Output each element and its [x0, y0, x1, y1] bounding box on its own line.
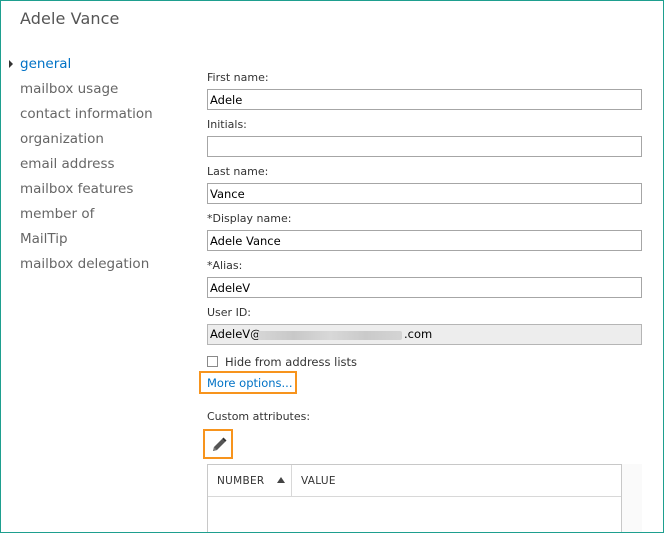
page-title: Adele Vance [20, 9, 120, 28]
user-id-suffix: .com [404, 327, 433, 341]
caret-right-icon [9, 60, 13, 68]
sidebar-item-label: mailbox usage [20, 81, 119, 97]
sidebar-item-general[interactable]: general [1, 55, 181, 80]
display-name-label: *Display name: [207, 212, 292, 225]
sidebar-nav: general mailbox usage contact informatio… [1, 55, 181, 280]
alias-field[interactable] [207, 277, 642, 298]
properties-window: Adele Vance general mailbox usage contac… [0, 0, 664, 533]
sidebar-item-mailbox-delegation[interactable]: mailbox delegation [1, 255, 181, 280]
more-options-highlight: More options... [199, 371, 297, 394]
sidebar-item-mailbox-usage[interactable]: mailbox usage [1, 80, 181, 105]
column-header-label: NUMBER [217, 475, 265, 487]
sidebar-item-label: MailTip [20, 231, 68, 247]
sidebar-item-email-address[interactable]: email address [1, 155, 181, 180]
sidebar-item-label: organization [20, 131, 104, 147]
user-id-label: User ID: [207, 306, 251, 319]
first-name-field[interactable] [207, 89, 642, 110]
sidebar-item-label: mailbox features [20, 181, 134, 197]
initials-label: Initials: [207, 118, 247, 131]
display-name-field[interactable] [207, 230, 642, 251]
hide-from-address-lists-label: Hide from address lists [225, 355, 358, 369]
custom-attributes-table: NUMBER VALUE [207, 464, 642, 532]
sidebar-item-organization[interactable]: organization [1, 130, 181, 155]
last-name-label: Last name: [207, 165, 269, 178]
edit-custom-attributes-button[interactable] [203, 429, 233, 459]
last-name-field[interactable] [207, 183, 642, 204]
sort-ascending-icon [277, 477, 285, 483]
table-scrollbar[interactable] [621, 464, 642, 532]
table-header: NUMBER VALUE [208, 465, 622, 497]
redacted-domain [258, 331, 402, 340]
sidebar-item-contact-information[interactable]: contact information [1, 105, 181, 130]
more-options-link[interactable]: More options... [207, 376, 293, 390]
sidebar-item-mailbox-features[interactable]: mailbox features [1, 180, 181, 205]
sidebar-item-mailtip[interactable]: MailTip [1, 230, 181, 255]
user-id-field[interactable]: AdeleV@ .com [207, 324, 642, 345]
column-header-label: VALUE [301, 475, 336, 487]
first-name-label: First name: [207, 71, 269, 84]
pencil-icon [213, 437, 227, 451]
sidebar-item-label: contact information [20, 106, 153, 122]
sidebar-item-label: general [20, 56, 72, 72]
sidebar-item-label: mailbox delegation [20, 256, 150, 272]
column-header-value[interactable]: VALUE [292, 465, 492, 496]
user-id-prefix: AdeleV@ [210, 327, 262, 341]
hide-from-address-lists-checkbox[interactable] [207, 356, 218, 367]
sidebar-item-member-of[interactable]: member of [1, 205, 181, 230]
sidebar-item-label: member of [20, 206, 95, 222]
alias-label: *Alias: [207, 259, 243, 272]
custom-attributes-label: Custom attributes: [207, 410, 311, 423]
sidebar-item-label: email address [20, 156, 115, 172]
column-header-number[interactable]: NUMBER [208, 465, 292, 496]
initials-field[interactable] [207, 136, 642, 157]
